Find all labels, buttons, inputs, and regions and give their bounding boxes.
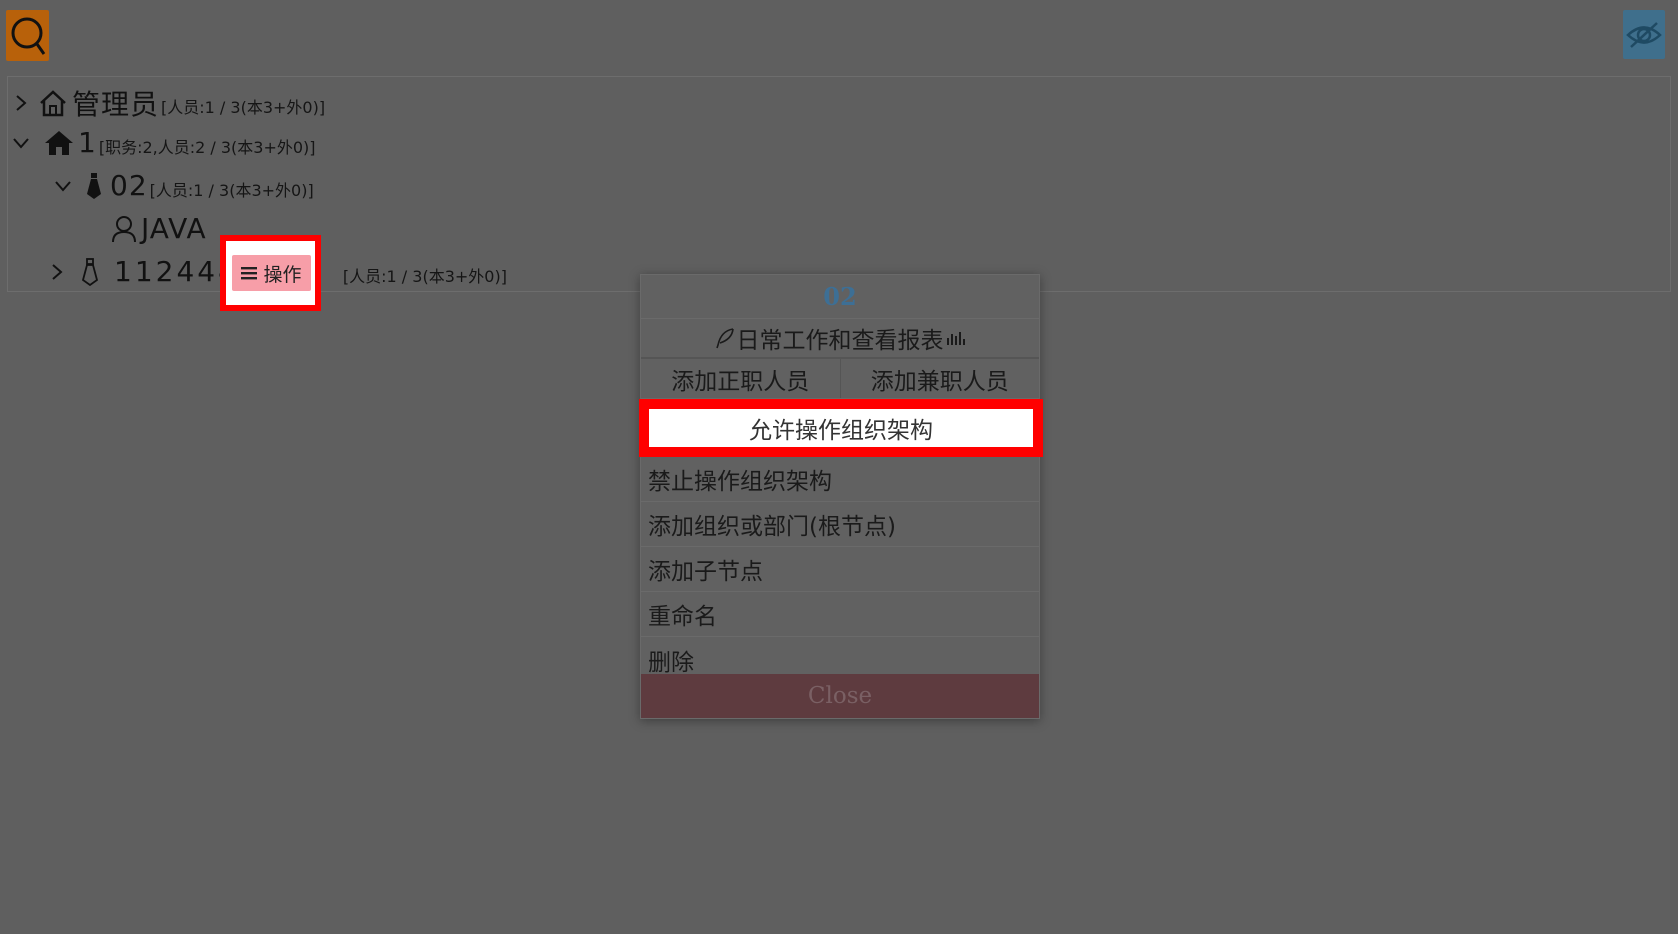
rename-item[interactable]: 重命名 [641, 592, 1039, 637]
tree-node-name: 02 [110, 169, 148, 202]
search-icon [11, 17, 45, 55]
tree-node-meta: [人员:1 / 3(本3+外0)] [149, 180, 314, 200]
operate-button[interactable]: 操作 [232, 255, 311, 291]
menu-title: 02 [641, 275, 1039, 319]
chevron-down-icon[interactable] [52, 175, 74, 197]
tree-node-02[interactable]: 02 [人员:1 / 3(本3+外0)] [52, 169, 314, 202]
chevron-right-icon[interactable] [10, 92, 32, 114]
home-outline-icon [38, 89, 68, 117]
tree-node-meta: [人员:1 / 3(本3+外0)] [342, 266, 507, 286]
feather-icon [715, 327, 735, 349]
node-context-menu: 02 日常工作和查看报表 添加正职人员 添加兼职人员 允许操作组织架构 禁止操作… [639, 274, 1043, 719]
menu-add-staff-row: 添加正职人员 添加兼职人员 [641, 359, 1039, 399]
menu-allow-wrap: 允许操作组织架构 [639, 399, 1043, 457]
tree-node-1[interactable]: 1 [职务:2,人员:2 / 3(本3+外0)] [10, 126, 316, 159]
menu-bars-icon [241, 266, 258, 280]
add-root-node-item[interactable]: 添加组织或部门(根节点) [641, 502, 1039, 547]
chevron-right-icon[interactable] [46, 261, 68, 283]
forbid-operate-item[interactable]: 禁止操作组织架构 [641, 457, 1039, 502]
chevron-down-icon[interactable] [10, 132, 32, 154]
bar-chart-icon [946, 330, 966, 346]
menu-daily-work-label: 日常工作和查看报表 [736, 328, 944, 354]
tree-node-name: JAVA [141, 212, 207, 245]
tie-solid-icon [86, 172, 102, 200]
tie-outline-icon [82, 257, 98, 286]
tree-node-name: 1 [78, 126, 97, 159]
add-fulltime-button[interactable]: 添加正职人员 [641, 359, 841, 398]
tree-node-name: 管理员 [72, 88, 160, 121]
tree-node-admin[interactable]: 管理员 [人员:1 / 3(本3+外0)] [10, 83, 325, 123]
operate-button-label: 操作 [263, 263, 302, 286]
add-parttime-button[interactable]: 添加兼职人员 [841, 359, 1040, 398]
add-child-node-item[interactable]: 添加子节点 [641, 547, 1039, 592]
allow-operate-highlight: 允许操作组织架构 [639, 399, 1043, 457]
menu-daily-work[interactable]: 日常工作和查看报表 [641, 319, 1039, 359]
home-solid-icon [44, 130, 74, 156]
tree-node-meta: [人员:1 / 3(本3+外0)] [161, 98, 326, 117]
close-button[interactable]: Close [641, 674, 1039, 718]
user-icon [111, 215, 137, 243]
search-button[interactable] [6, 10, 49, 61]
allow-operate-button[interactable]: 允许操作组织架构 [649, 409, 1033, 447]
visibility-toggle-button[interactable] [1623, 10, 1665, 59]
eye-slash-icon [1626, 21, 1662, 48]
tree-node-java[interactable]: JAVA [111, 212, 207, 245]
tree-node-meta: [职务:2,人员:2 / 3(本3+外0)] [98, 137, 316, 157]
